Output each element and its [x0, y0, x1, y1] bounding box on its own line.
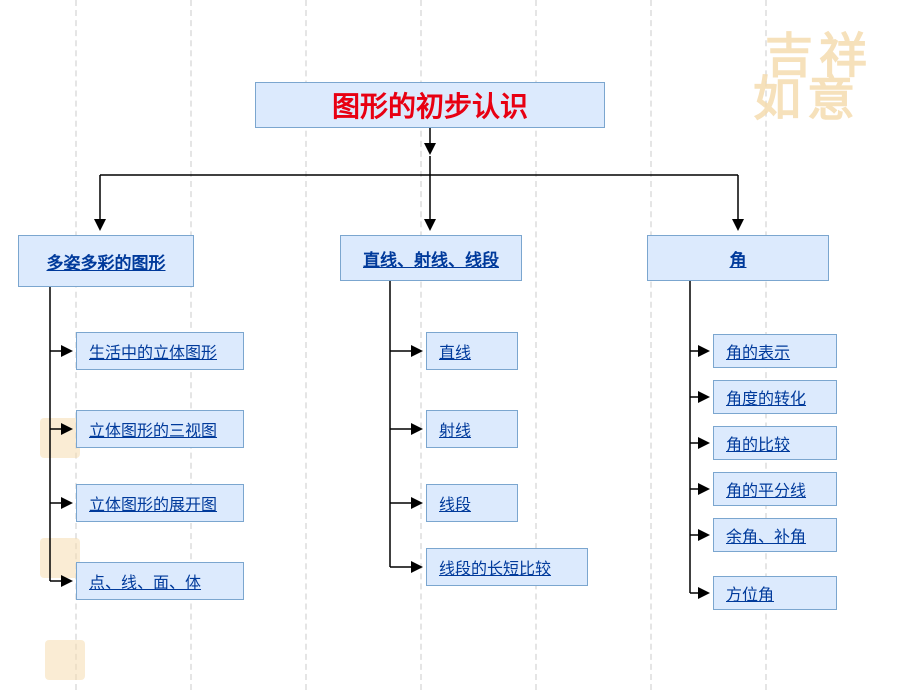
leaf-angle-notation[interactable]: 角的表示: [713, 334, 837, 368]
leaf-bearing-angle[interactable]: 方位角: [713, 576, 837, 610]
decorative-watermark: 吉祥 如意: [765, 35, 905, 145]
diagram-title: 图形的初步认识: [255, 82, 605, 128]
leaf-nets[interactable]: 立体图形的展开图: [76, 484, 244, 522]
leaf-segment-compare[interactable]: 线段的长短比较: [426, 548, 588, 586]
decorative-seal-icon: [45, 640, 85, 680]
leaf-angle-conversion[interactable]: 角度的转化: [713, 380, 837, 414]
leaf-line[interactable]: 直线: [426, 332, 518, 370]
decorative-seal-icon: [40, 538, 80, 578]
leaf-solid-shapes-in-life[interactable]: 生活中的立体图形: [76, 332, 244, 370]
leaf-three-views[interactable]: 立体图形的三视图: [76, 410, 244, 448]
leaf-point-line-surface-solid[interactable]: 点、线、面、体: [76, 562, 244, 600]
leaf-angle-compare[interactable]: 角的比较: [713, 426, 837, 460]
category-angles[interactable]: 角: [647, 235, 829, 281]
leaf-segment[interactable]: 线段: [426, 484, 518, 522]
leaf-ray[interactable]: 射线: [426, 410, 518, 448]
leaf-angle-bisector[interactable]: 角的平分线: [713, 472, 837, 506]
category-lines[interactable]: 直线、射线、线段: [340, 235, 522, 281]
category-shapes[interactable]: 多姿多彩的图形: [18, 235, 194, 287]
leaf-complementary-supplementary[interactable]: 余角、补角: [713, 518, 837, 552]
decorative-seal-icon: [40, 418, 80, 458]
